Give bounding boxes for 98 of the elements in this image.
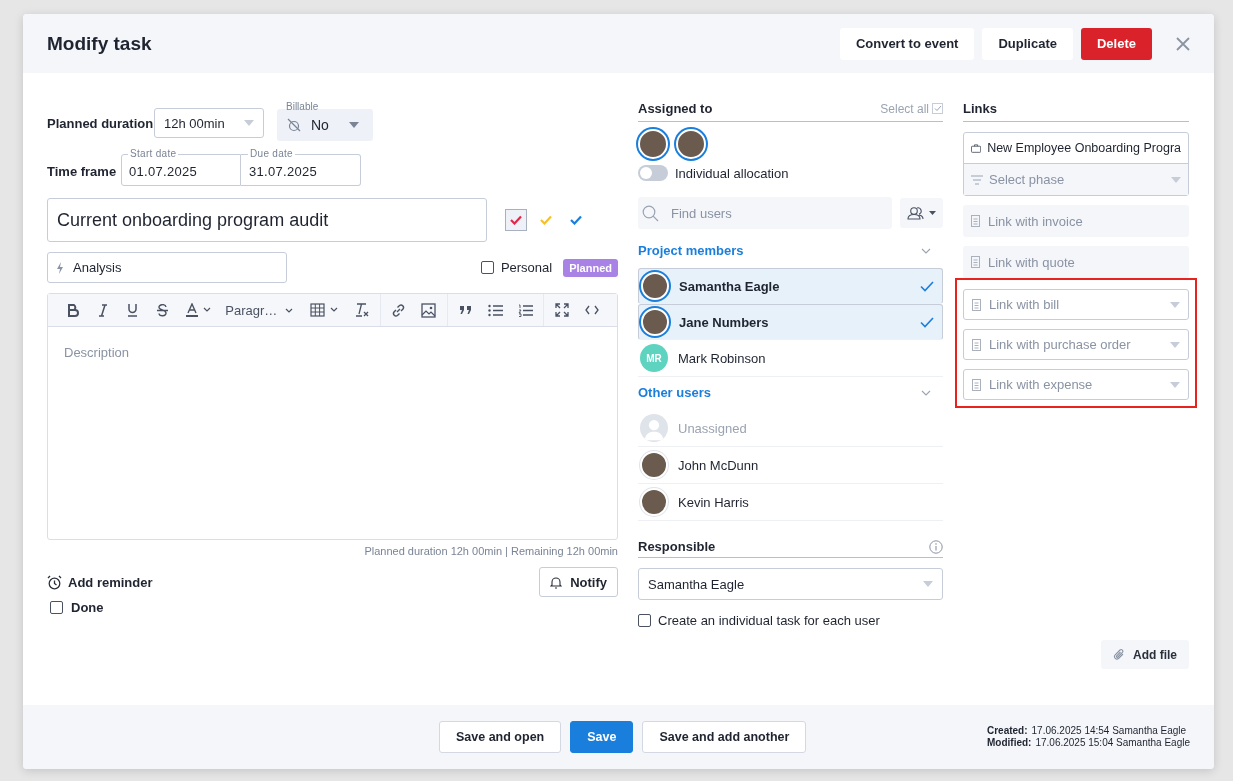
due-date-field[interactable]: Due date 31.07.2025 xyxy=(241,148,361,186)
briefcase-icon xyxy=(971,142,982,154)
avatar xyxy=(640,414,668,442)
date-value: 01.07.2025 xyxy=(129,163,198,179)
toggle-switch[interactable] xyxy=(638,165,668,181)
duration-select[interactable]: 12h 00min xyxy=(154,108,264,138)
add-file-button[interactable]: Add file xyxy=(1101,640,1189,669)
user-name: Samantha Eagle xyxy=(679,278,780,294)
user-filter-button[interactable] xyxy=(900,198,943,228)
lightning-icon xyxy=(56,261,64,274)
header-button[interactable]: Delete xyxy=(1080,27,1152,60)
checkbox[interactable] xyxy=(50,601,63,614)
start-date-field[interactable]: Start date 01.07.2025 xyxy=(121,148,241,186)
user-name: Unassigned xyxy=(678,420,747,436)
users-icon xyxy=(906,206,937,220)
field-label: Start date xyxy=(128,148,179,160)
user-row[interactable]: Jane Numbers xyxy=(638,304,943,340)
search-icon xyxy=(642,204,659,222)
group-title[interactable]: Project members xyxy=(638,243,744,258)
avatar xyxy=(676,129,706,159)
meta-label: Modified: xyxy=(987,737,1032,749)
meta-label: Created: xyxy=(987,725,1028,737)
avatar xyxy=(641,308,669,336)
section-title: Assigned to xyxy=(638,101,713,116)
field-label: Planned duration xyxy=(47,115,154,131)
user-name: John McDunn xyxy=(678,457,759,473)
dialog-title: Modify task xyxy=(47,32,152,55)
user-name: Jane Numbers xyxy=(679,314,769,330)
checkbox[interactable] xyxy=(638,614,651,627)
chevron-down-icon xyxy=(285,307,294,313)
checkbox[interactable] xyxy=(480,261,494,274)
select-value: No xyxy=(311,117,329,133)
link-label: Link with expense xyxy=(989,377,1093,392)
header-button[interactable]: Convert to event xyxy=(839,27,975,60)
document-icon xyxy=(972,378,981,391)
link-label: Link with invoice xyxy=(988,213,1083,229)
user-name: Mark Robinson xyxy=(678,350,766,366)
task-name-field[interactable]: Current onboarding program audit xyxy=(47,198,487,242)
meta-value: 17.06.2025 15:04 Samantha Eagle xyxy=(1035,737,1190,749)
document-icon xyxy=(971,215,980,227)
paragraph-select[interactable]: Paragr… xyxy=(221,302,304,318)
dropdown-arrow-icon xyxy=(1170,381,1180,388)
user-name: Kevin Harris xyxy=(678,494,749,510)
link-label: Link with bill xyxy=(989,297,1060,312)
avatar xyxy=(638,129,668,159)
avatar xyxy=(641,272,669,300)
section-title: Responsible xyxy=(638,539,716,554)
check-icon xyxy=(920,280,934,292)
checkbox-label: Done xyxy=(71,600,104,615)
select-value: Samantha Eagle xyxy=(648,576,745,592)
search-placeholder: Find users xyxy=(671,205,732,221)
date-value: 31.07.2025 xyxy=(249,163,318,179)
toggle-label: Individual allocation xyxy=(675,165,789,181)
field-label: Billable xyxy=(285,101,320,113)
filter-lines-icon xyxy=(971,174,983,185)
document-icon xyxy=(971,256,980,268)
bell-icon xyxy=(550,575,563,589)
group-title[interactable]: Other users xyxy=(638,385,711,400)
check-icon xyxy=(920,316,934,328)
avatar xyxy=(640,451,668,479)
responsible-select[interactable]: Samantha Eagle xyxy=(638,568,943,600)
dropdown-arrow-icon xyxy=(1170,301,1180,308)
user-row[interactable]: Kevin Harris xyxy=(638,484,943,521)
billable-select[interactable]: Billable No xyxy=(277,101,373,141)
footer-button[interactable]: Save xyxy=(570,721,634,753)
status-badge: Planned xyxy=(563,258,618,277)
header-button[interactable]: Duplicate xyxy=(982,27,1073,60)
dropdown-arrow-icon xyxy=(1170,341,1180,348)
activity-value: Analysis xyxy=(73,260,122,275)
select-placeholder: Select phase xyxy=(989,172,1065,187)
section-title: Links xyxy=(963,101,997,116)
user-row[interactable]: Samantha Eagle xyxy=(638,268,943,304)
field-label: Due date xyxy=(248,148,295,160)
close-icon[interactable] xyxy=(1176,36,1190,51)
project-field[interactable]: New Employee Onboarding Progra xyxy=(964,133,1188,163)
link-label: Link with quote xyxy=(988,254,1075,270)
activity-field[interactable]: Analysis xyxy=(47,252,287,283)
user-row[interactable]: John McDunn xyxy=(638,447,943,484)
checkbox-label: Personal xyxy=(500,260,553,275)
document-icon xyxy=(972,338,981,351)
color-option[interactable] xyxy=(505,209,527,231)
user-row[interactable]: MR Mark Robinson xyxy=(638,340,943,377)
footer-button[interactable]: Save and add another xyxy=(642,721,807,753)
avatar: MR xyxy=(640,344,668,372)
paperclip-icon xyxy=(1113,648,1125,661)
select-value: 12h 00min xyxy=(164,115,225,131)
alarm-clock-icon xyxy=(47,574,62,590)
footer-button[interactable]: Save and open xyxy=(439,721,562,753)
duration-summary: Planned duration 12h 00min | Remaining 12h 00min xyxy=(363,545,618,557)
project-name: New Employee Onboarding Progra xyxy=(987,141,1181,155)
avatar xyxy=(640,488,668,516)
meta-value: 17.06.2025 14:54 Samantha Eagle xyxy=(1031,725,1187,737)
document-icon xyxy=(972,298,981,311)
checkbox-label: Create an individual task for each user xyxy=(658,613,880,628)
notify-button[interactable]: Notify xyxy=(539,567,618,597)
no-coin-icon xyxy=(286,117,302,133)
add-reminder-link[interactable]: Add reminder xyxy=(68,574,153,590)
link-label: Link with purchase order xyxy=(989,337,1131,352)
